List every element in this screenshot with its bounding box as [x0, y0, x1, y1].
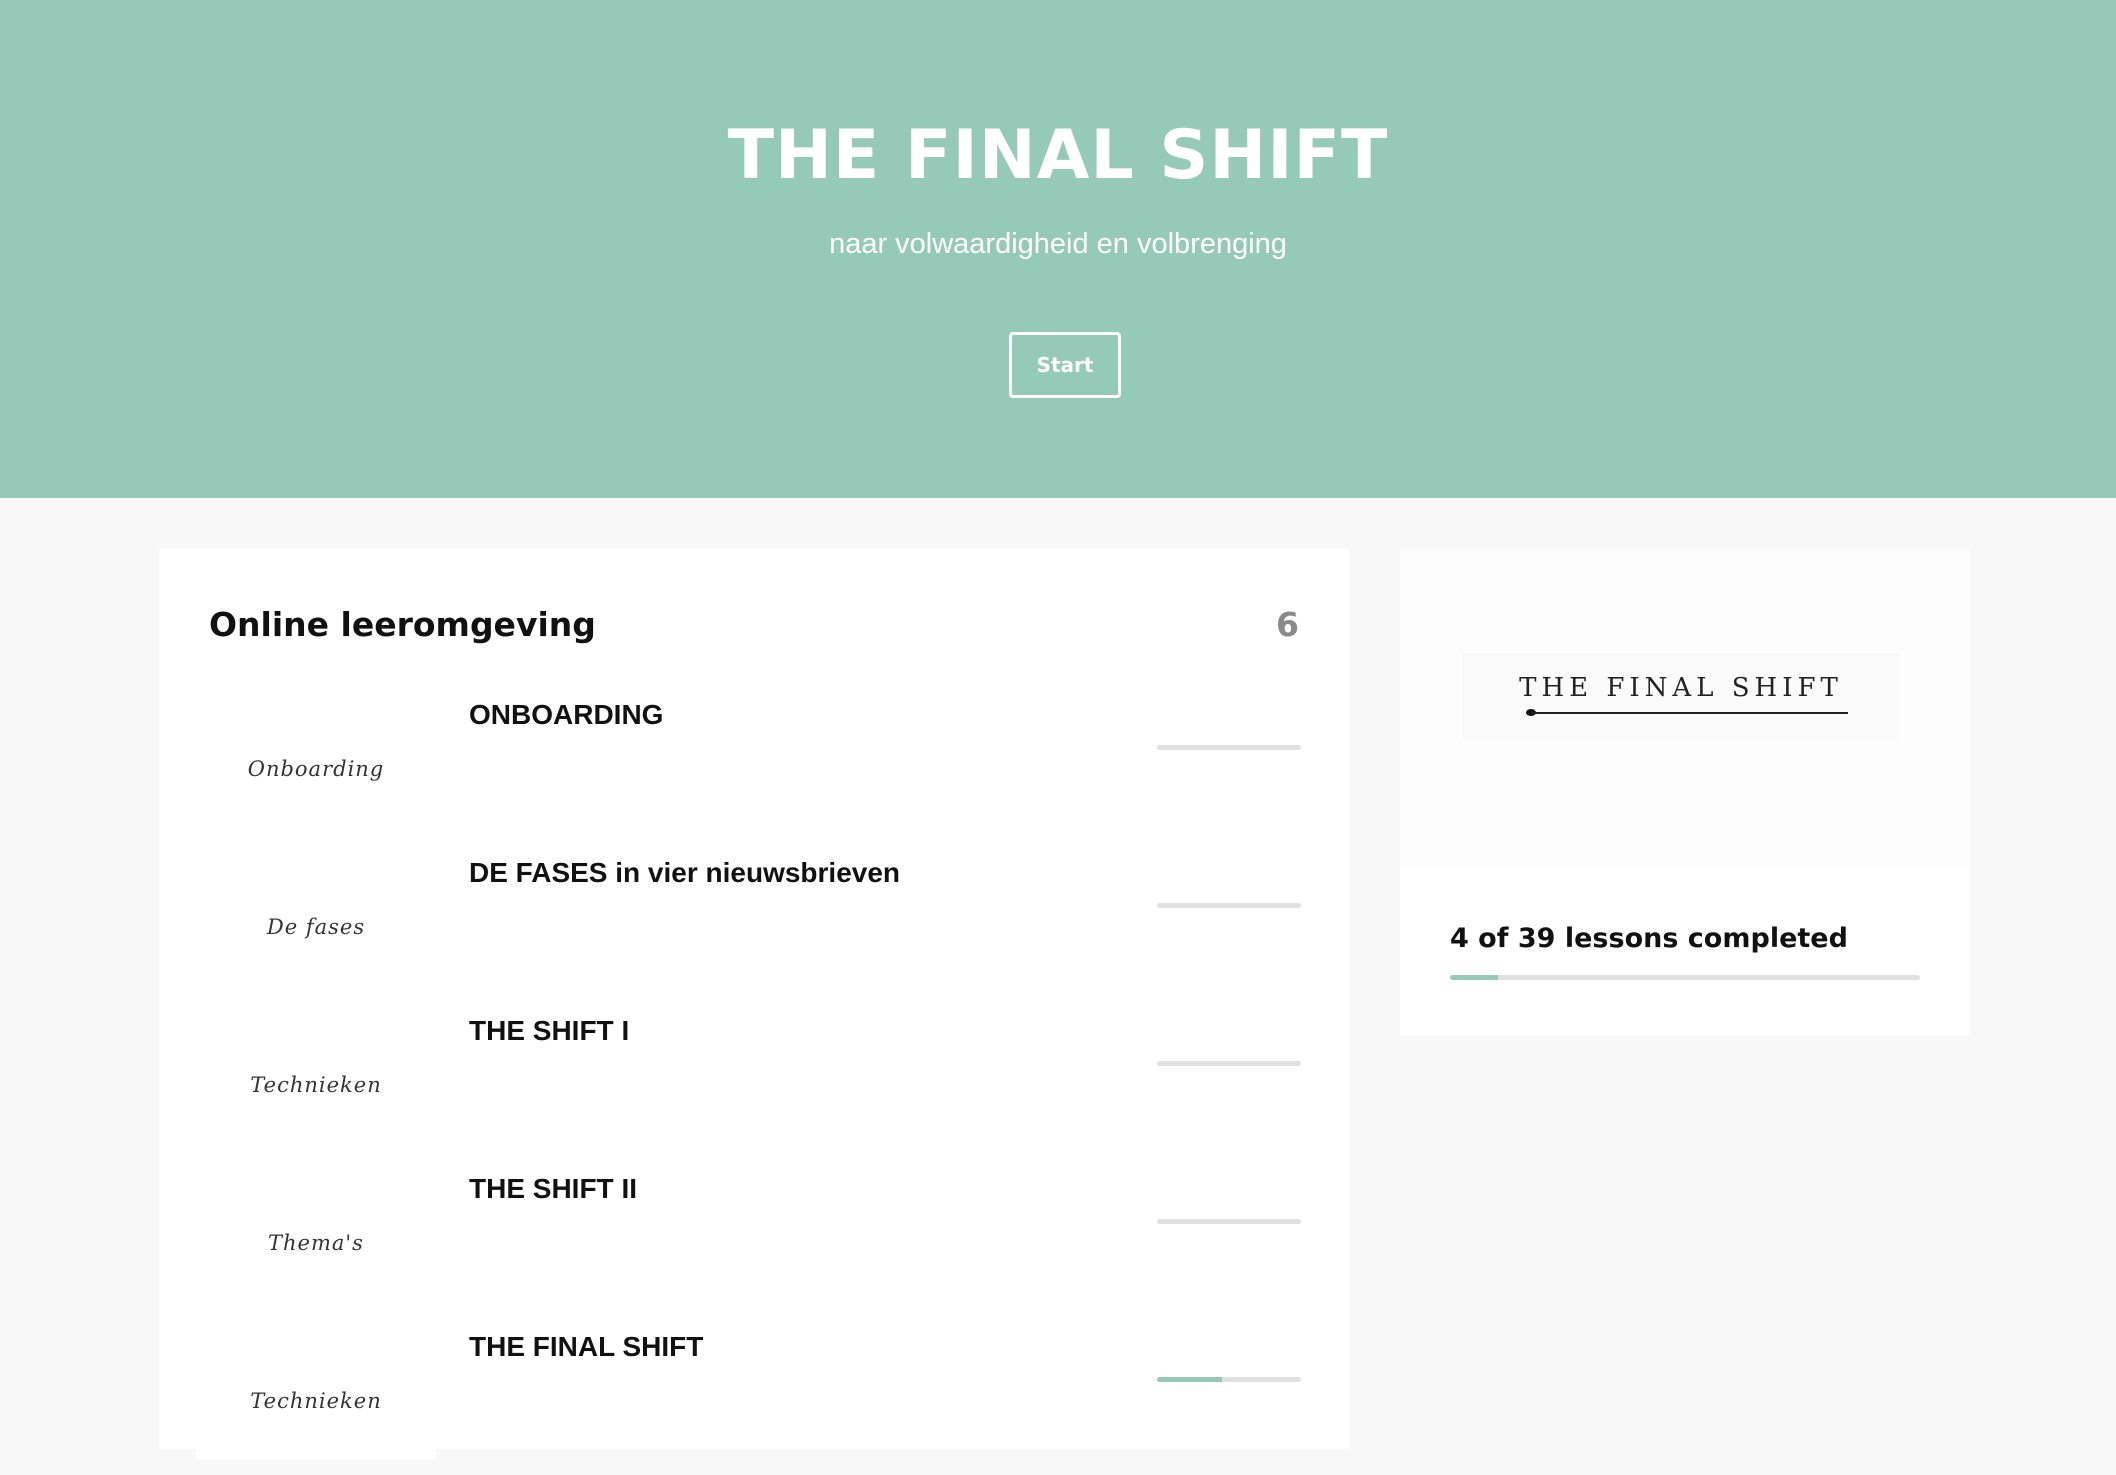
module-item[interactable]: Technieken THE SHIFT I — [159, 1001, 1349, 1159]
module-item[interactable]: De fases DE FASES in vier nieuwsbrieven — [159, 843, 1349, 1001]
module-progress-fill — [1157, 1377, 1222, 1382]
module-title[interactable]: ONBOARDING — [469, 699, 663, 731]
module-progress-bar — [1157, 903, 1301, 908]
module-thumbnail-label: Technieken — [250, 1389, 382, 1413]
overall-progress-fill — [1450, 975, 1499, 980]
module-progress-bar — [1157, 745, 1301, 750]
section-heading: Online leeromgeving — [209, 605, 596, 644]
course-image: THE FINAL SHIFT — [1400, 549, 1970, 869]
module-count: 6 — [1276, 605, 1299, 644]
lessons-completed-text: 4 of 39 lessons completed — [1450, 923, 1848, 954]
course-logo-text: THE FINAL SHIFT — [1519, 673, 1843, 703]
module-title[interactable]: THE FINAL SHIFT — [469, 1331, 703, 1363]
module-progress-bar — [1157, 1061, 1301, 1066]
module-thumbnail[interactable]: Onboarding — [196, 687, 436, 827]
module-thumbnail[interactable]: Technieken — [196, 1003, 436, 1143]
overall-progress-bar — [1450, 975, 1920, 980]
module-progress-bar — [1157, 1377, 1301, 1382]
start-button[interactable]: Start — [1009, 332, 1121, 398]
module-item[interactable]: Thema's THE SHIFT II — [159, 1159, 1349, 1317]
module-thumbnail[interactable]: Thema's — [196, 1161, 436, 1301]
course-content-card: Online leeromgeving 6 Onboarding ONBOARD… — [159, 549, 1349, 1459]
course-title: THE FINAL SHIFT — [727, 116, 1389, 195]
module-item[interactable]: Technieken THE FINAL SHIFT — [159, 1317, 1349, 1475]
module-item[interactable]: Onboarding ONBOARDING — [159, 685, 1349, 843]
module-progress-bar — [1157, 1219, 1301, 1224]
module-thumbnail-label: Technieken — [250, 1073, 382, 1097]
module-thumbnail[interactable]: De fases — [196, 845, 436, 985]
module-thumbnail[interactable]: Technieken — [196, 1319, 436, 1459]
hero-banner: THE FINAL SHIFT naar volwaardigheid en v… — [0, 0, 2116, 498]
module-title[interactable]: THE SHIFT I — [469, 1015, 629, 1047]
module-title[interactable]: DE FASES in vier nieuwsbrieven — [469, 857, 900, 889]
module-thumbnail-label: De fases — [266, 915, 366, 939]
course-subtitle: naar volwaardigheid en volbrenging — [829, 228, 1287, 260]
course-progress-card: THE FINAL SHIFT 4 of 39 lessons complete… — [1400, 549, 1970, 1035]
module-title[interactable]: THE SHIFT II — [469, 1173, 637, 1205]
module-thumbnail-label: Onboarding — [247, 757, 385, 781]
module-thumbnail-label: Thema's — [268, 1231, 364, 1255]
course-logo: THE FINAL SHIFT — [1462, 653, 1900, 741]
logo-underline — [1532, 712, 1848, 714]
